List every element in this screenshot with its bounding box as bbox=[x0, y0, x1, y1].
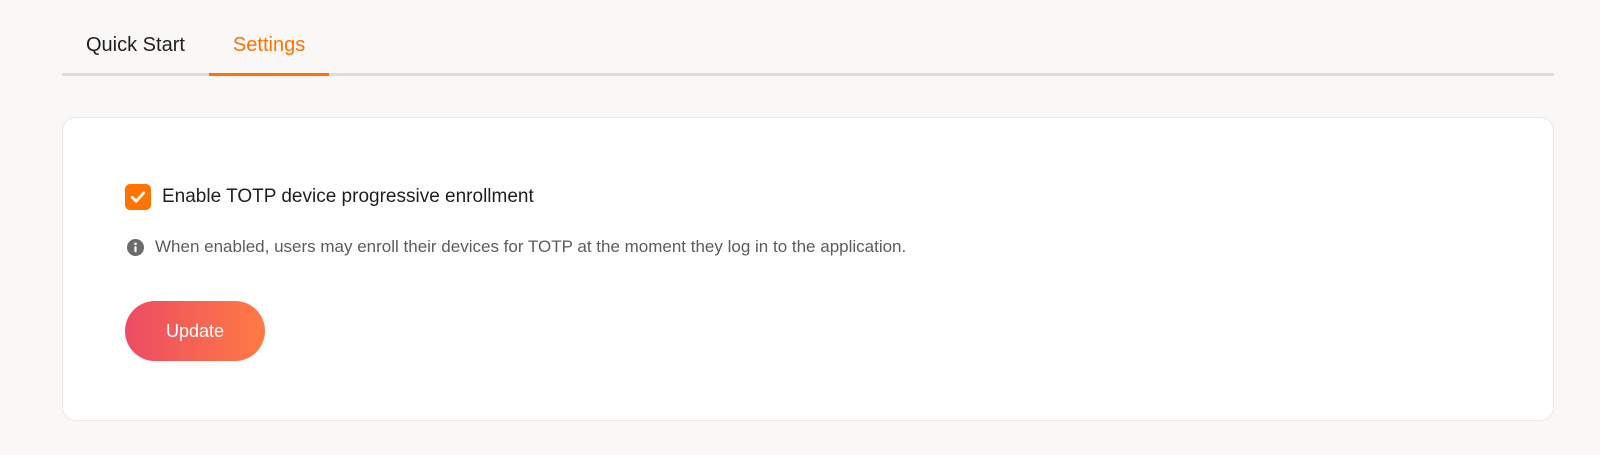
hint-text: When enabled, users may enroll their dev… bbox=[155, 237, 907, 256]
settings-card: Enable TOTP device progressive enrollmen… bbox=[62, 117, 1554, 421]
totp-enrollment-hint: When enabled, users may enroll their dev… bbox=[127, 237, 906, 257]
checkmark-icon bbox=[130, 191, 146, 203]
update-button[interactable]: Update bbox=[125, 301, 265, 361]
tab-bar: Quick Start Settings bbox=[62, 22, 1554, 76]
totp-enrollment-checkbox[interactable] bbox=[125, 184, 151, 210]
totp-enrollment-option: Enable TOTP device progressive enrollmen… bbox=[125, 184, 534, 210]
info-icon bbox=[127, 238, 144, 256]
tab-quick-start[interactable]: Quick Start bbox=[62, 22, 209, 76]
tab-settings[interactable]: Settings bbox=[208, 22, 330, 76]
totp-enrollment-label[interactable]: Enable TOTP device progressive enrollmen… bbox=[162, 186, 534, 208]
